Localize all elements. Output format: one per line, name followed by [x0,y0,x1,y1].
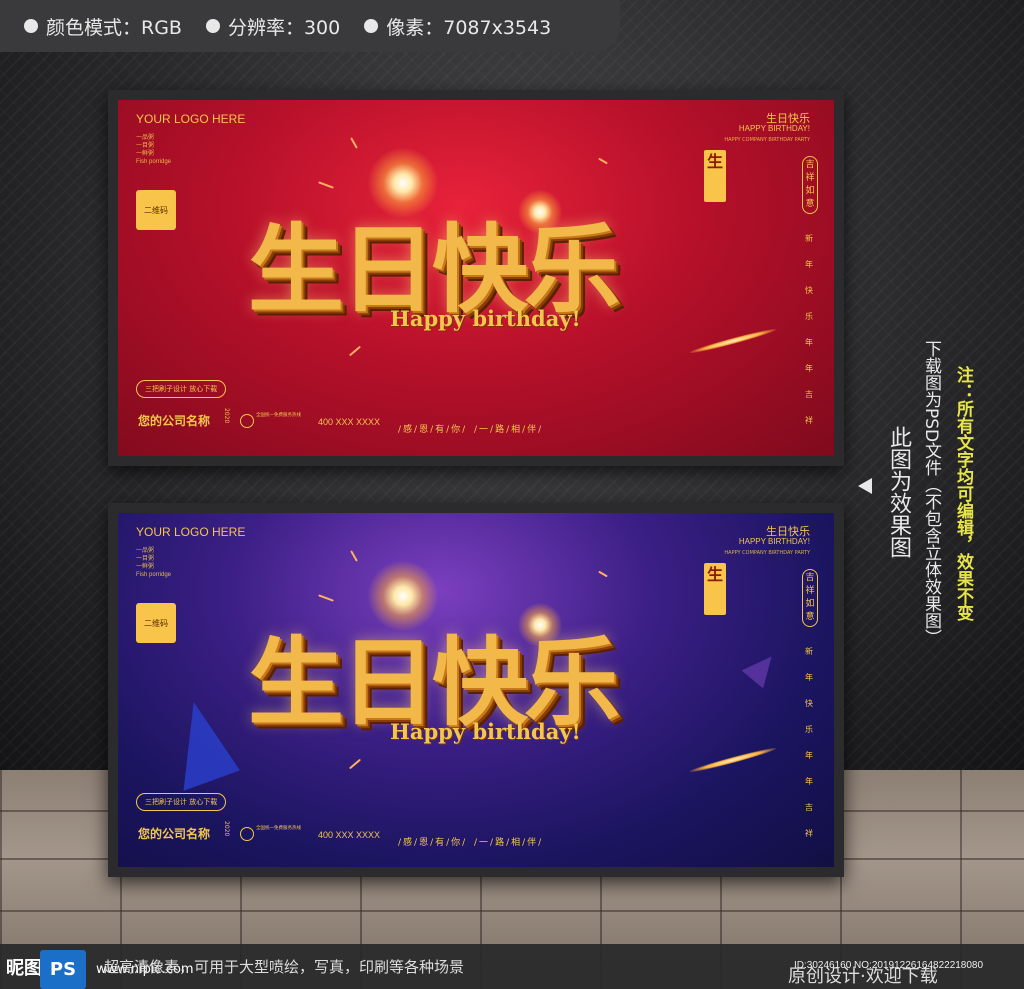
spec-color-mode: 颜色模式：RGB [24,13,182,40]
bottom-description: 超高清像素，可用于大型喷绘，写真，印刷等各种场景 [104,958,465,976]
year-label: 2020 [223,821,230,837]
seal-stamp: 生 [704,150,726,202]
phone-number: 400 XXX XXXX [318,417,381,427]
top-right-small: HAPPY COMPANY BIRTHDAY PARTY [724,550,810,556]
subtitle: Happy birthday! [390,719,581,744]
top-right-en: HAPPY BIRTHDAY! [738,124,810,133]
arrow-left-icon [858,478,872,494]
slogan-1: /感/恩/有/你/ [398,838,468,848]
vertical-line-text: 新年 快乐 年年 吉祥 [805,647,813,838]
company-name: 您的公司名称 [138,827,211,841]
bullet-dot-icon [205,19,220,33]
company-logo-icon [240,414,254,428]
light-streak [688,326,778,356]
poster-blue: YOUR LOGO HERE 一品粥 一目粥 一鲜粥 Fish porridge 二… [118,513,834,867]
qr-code-placeholder: 二维码 [136,603,176,643]
company-logo-icon [240,827,254,841]
spec-resolution: 分辨率：300 [205,13,340,40]
light-streak [688,745,778,775]
spark [598,157,608,165]
spark [348,758,362,770]
bottom-id-line: ID:30246160 NO:20191226164822218080 [794,960,984,971]
logo-text: YOUR LOGO HERE [136,525,246,539]
spec-bar: 颜色模式：RGB 分辨率：300 像素：7087x3543 [0,0,620,52]
slogan-1: /感/恩/有/你/ [398,425,468,435]
bullet-dot-icon [364,19,379,33]
slogan-2: /一/路/相/伴/ [474,838,544,848]
decor-triangle [741,647,783,689]
spark [350,137,358,149]
ps-icon: PS [40,950,86,989]
spark [350,550,358,562]
vertical-line-text: 新年 快乐 年年 吉祥 [805,234,813,425]
year-label: 2020 [223,408,230,424]
note-editable-text: 注：所有文字均可编辑，效果不变 [953,366,973,621]
note-effect-image: 此图为效果图 [886,426,911,558]
design-pill: 三把刷子设计 放心下载 [136,380,227,398]
top-right-en: HAPPY BIRTHDAY! [738,537,810,546]
poster-red: YOUR LOGO HERE 一品粥 一目粥 一鲜粥 Fish porridge 二… [118,100,834,456]
spark [318,181,334,189]
tiny-lines: 一品粥 一目粥 一鲜粥 Fish porridge [136,548,172,578]
company-name: 您的公司名称 [138,414,211,428]
subtitle: Happy birthday! [390,306,581,331]
vertical-seal: 吉祥如意 [802,569,818,627]
spark [318,594,334,602]
vertical-seal: 吉祥如意 [802,156,818,214]
hotline-small-text: 全国统一免费服务热线 [256,413,301,418]
hotline-small-text: 全国统一免费服务热线 [256,826,301,831]
note-psd-file: 下载图为PSD文件（不包含立体效果图） [921,340,941,647]
slogan-2: /一/路/相/伴/ [474,425,544,435]
tiny-lines: 一品粥 一目粥 一鲜粥 Fish porridge [136,135,172,165]
floor-plank-line [0,910,1024,912]
decor-triangle [156,695,240,791]
spec-pixels: 像素：7087x3543 [364,13,551,40]
poster-frame-blue: YOUR LOGO HERE 一品粥 一目粥 一鲜粥 Fish porridge 二… [108,503,844,877]
design-pill: 三把刷子设计 放心下载 [136,793,227,811]
spark [598,570,608,578]
logo-text: YOUR LOGO HERE [136,112,246,126]
top-right-small: HAPPY COMPANY BIRTHDAY PARTY [724,137,810,143]
seal-stamp: 生 [704,563,726,615]
qr-code-placeholder: 二维码 [136,190,176,230]
spark [348,345,362,357]
poster-frame-red: YOUR LOGO HERE 一品粥 一目粥 一鲜粥 Fish porridge 二… [108,90,844,466]
phone-number: 400 XXX XXXX [318,830,381,840]
bullet-dot-icon [24,19,38,33]
